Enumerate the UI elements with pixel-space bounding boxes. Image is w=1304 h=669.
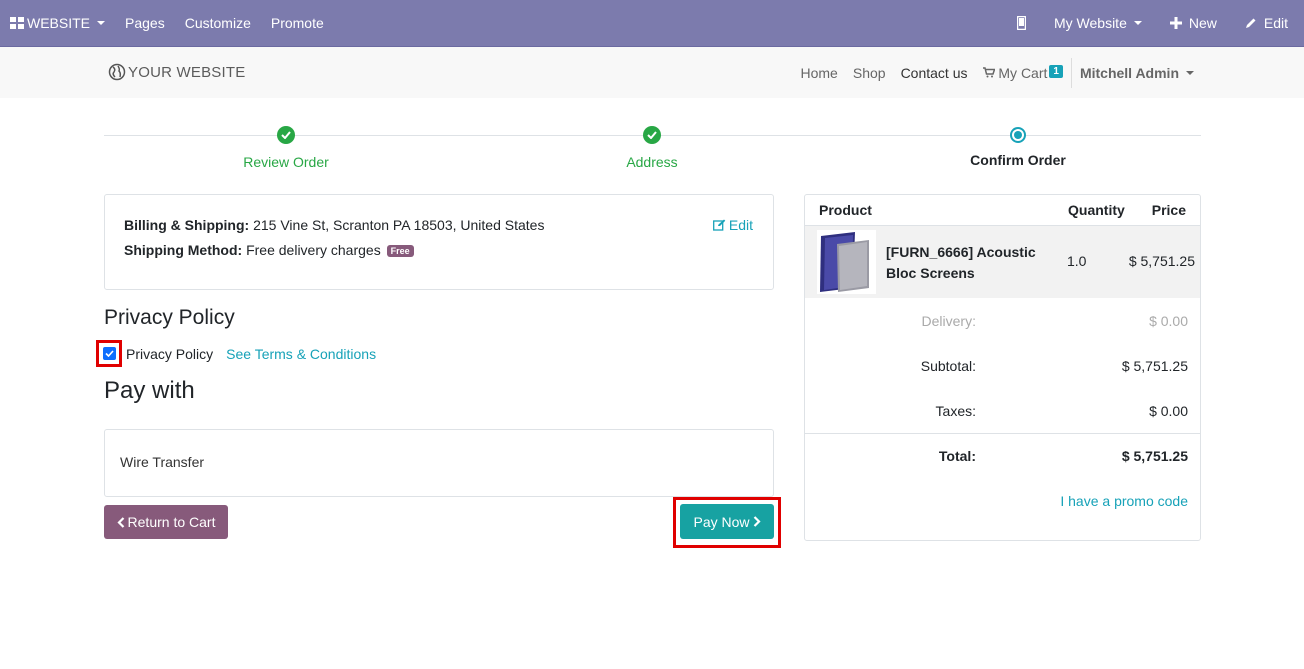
chevron-left-icon: [116, 516, 124, 528]
checkmark-icon: [104, 350, 114, 357]
product-name[interactable]: [FURN_6666] Acoustic Bloc Screens: [886, 242, 1066, 284]
chevron-down-icon: [1133, 21, 1142, 25]
admin-bar-right: My Website New Edit: [989, 15, 1304, 31]
billing-address-row: Billing & Shipping: 215 Vine St, Scranto…: [124, 217, 544, 233]
cart-count-badge: 1: [1049, 64, 1063, 78]
website-menu-label: WEBSITE: [27, 15, 91, 31]
shipping-method-value: Free delivery charges: [242, 242, 381, 258]
pay-with-heading: Pay with: [104, 377, 195, 404]
customize-menu[interactable]: Customize: [185, 15, 251, 31]
shipping-method-row: Shipping Method: Free delivery charges F…: [124, 242, 414, 258]
product-price: $ 5,751.25: [1128, 253, 1195, 269]
pay-now-label: Pay Now: [693, 513, 750, 530]
current-step-icon: [1010, 127, 1026, 143]
pay-now-button[interactable]: Pay Now: [680, 504, 774, 539]
site-header: YOUR WEBSITE Home Shop Contact us My Car…: [0, 46, 1304, 98]
wizard-step-label: Confirm Order: [970, 152, 1066, 168]
payment-method-option[interactable]: Wire Transfer: [104, 429, 774, 497]
wizard-step-address[interactable]: Address: [552, 126, 752, 170]
free-badge: Free: [386, 245, 414, 257]
edit-address-link[interactable]: Edit: [712, 217, 753, 233]
user-name: Mitchell Admin: [1079, 65, 1179, 81]
wizard-step-confirm: Confirm Order: [918, 126, 1118, 168]
admin-bar-left: WEBSITE Pages Customize Promote: [0, 15, 344, 31]
col-product: Product: [819, 202, 872, 218]
plus-icon: [1169, 17, 1182, 29]
total-divider: [805, 433, 1200, 434]
site-logo[interactable]: YOUR WEBSITE: [108, 63, 245, 81]
globe-icon: [108, 63, 126, 81]
mobile-preview-button[interactable]: [1016, 16, 1026, 30]
product-row: [FURN_6666] Acoustic Bloc Screens 1.0 $ …: [805, 226, 1200, 298]
highlight-box: [96, 340, 122, 367]
return-to-cart-label: Return to Cart: [127, 514, 216, 530]
mobile-icon: [1016, 16, 1026, 30]
edit-label: Edit: [1263, 15, 1288, 31]
pencil-icon: [1245, 18, 1256, 28]
delivery-value: $ 0.00: [1149, 313, 1188, 329]
chevron-down-icon: [97, 21, 106, 25]
shipping-method-label: Shipping Method:: [124, 242, 243, 258]
edit-icon: [712, 219, 726, 231]
privacy-checkbox-label: Privacy Policy: [126, 345, 214, 362]
website-menu[interactable]: WEBSITE: [10, 15, 106, 31]
col-price: Price: [1151, 202, 1186, 218]
nav-shop[interactable]: Shop: [853, 65, 886, 81]
wizard-step-review[interactable]: Review Order: [186, 126, 386, 170]
product-quantity: 1.0: [1067, 253, 1087, 269]
new-label: New: [1188, 15, 1217, 31]
user-menu[interactable]: Mitchell Admin: [1080, 65, 1194, 81]
edit-label: Edit: [728, 217, 753, 233]
summary-header: Product Quantity Price: [805, 195, 1200, 226]
new-button[interactable]: New: [1169, 15, 1217, 31]
edit-button[interactable]: Edit: [1245, 15, 1288, 31]
payment-method-label: Wire Transfer: [120, 454, 205, 470]
nav-cart[interactable]: My Cart 1: [982, 64, 1063, 82]
privacy-row: Privacy Policy See Terms & Conditions: [96, 340, 376, 367]
taxes-value: $ 0.00: [1149, 403, 1188, 419]
billing-address: 215 Vine St, Scranton PA 18503, United S…: [249, 217, 545, 233]
privacy-heading: Privacy Policy: [104, 306, 235, 329]
nav-contact[interactable]: Contact us: [901, 65, 968, 81]
admin-bar: WEBSITE Pages Customize Promote My Websi…: [0, 0, 1304, 46]
nav-home[interactable]: Home: [801, 65, 838, 81]
wizard-step-label: Address: [626, 154, 678, 170]
promote-menu[interactable]: Promote: [271, 15, 324, 31]
pages-menu[interactable]: Pages: [125, 15, 165, 31]
total-label: Total:: [938, 448, 976, 464]
total-value: $ 5,751.25: [1121, 448, 1188, 464]
delivery-label: Delivery:: [921, 313, 976, 329]
nav-divider: [1070, 58, 1072, 88]
privacy-checkbox[interactable]: [102, 347, 116, 360]
my-website-menu[interactable]: My Website: [1054, 15, 1142, 31]
cart-icon: [982, 66, 996, 77]
chevron-right-icon: [753, 516, 761, 527]
wizard-step-label: Review Order: [243, 154, 329, 170]
subtotal-label: Subtotal:: [920, 358, 976, 374]
check-circle-icon: [643, 126, 661, 144]
order-summary: Product Quantity Price [FURN_6666] Acous…: [804, 194, 1201, 541]
taxes-label: Taxes:: [935, 403, 976, 419]
my-website-label: My Website: [1053, 15, 1127, 31]
product-image[interactable]: [817, 230, 876, 294]
return-to-cart-button[interactable]: Return to Cart: [104, 505, 228, 539]
terms-link[interactable]: See Terms & Conditions: [226, 346, 376, 362]
col-quantity: Quantity: [1068, 202, 1125, 218]
highlight-box: Pay Now: [673, 497, 781, 548]
billing-shipping-card: Billing & Shipping: 215 Vine St, Scranto…: [104, 194, 774, 290]
check-circle-icon: [277, 126, 295, 144]
main-nav: Home Shop Contact us My Cart 1 Mitchell A…: [786, 47, 1304, 99]
billing-label: Billing & Shipping:: [124, 217, 250, 233]
apps-grid-icon: [10, 17, 24, 29]
promo-code-link[interactable]: I have a promo code: [1060, 493, 1188, 509]
logo-text: YOUR WEBSITE: [128, 63, 246, 81]
cart-label: My Cart: [998, 64, 1048, 81]
subtotal-value: $ 5,751.25: [1121, 358, 1188, 374]
chevron-down-icon: [1186, 71, 1194, 75]
